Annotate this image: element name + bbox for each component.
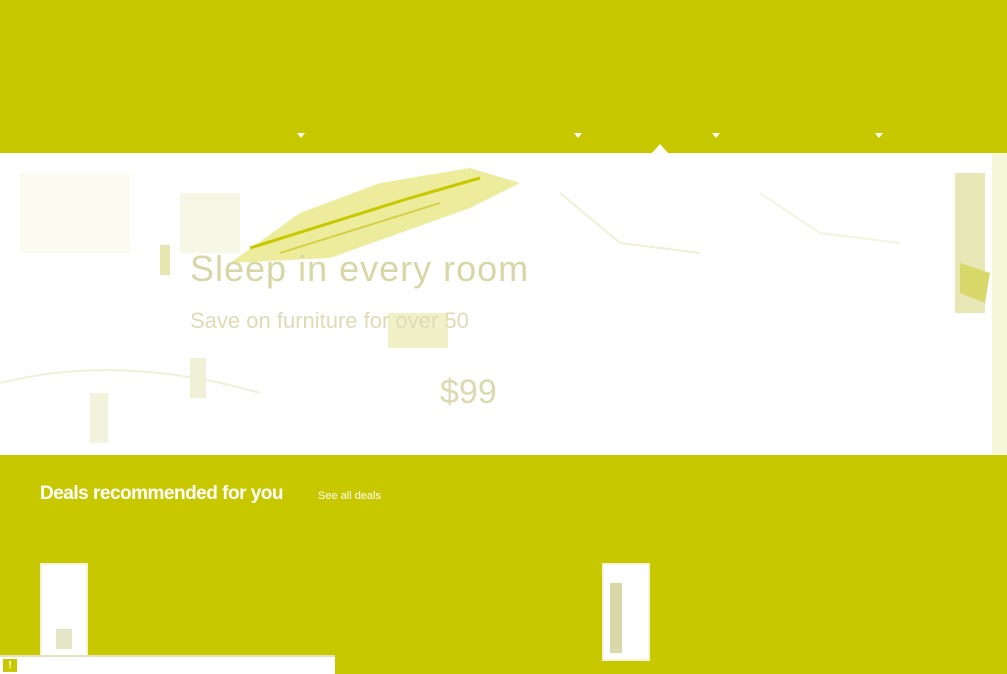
nav-dropdown-4-chevron-down-icon[interactable]: [875, 133, 883, 138]
deal-card[interactable]: [40, 563, 88, 661]
bottom-notice-bar[interactable]: !: [0, 655, 335, 674]
nav-dropdown-3-chevron-down-icon[interactable]: [712, 133, 720, 138]
nav-active-pointer: [652, 144, 668, 153]
nav-dropdown-1-chevron-down-icon[interactable]: [297, 133, 305, 138]
hero-price: $99: [440, 373, 497, 411]
nav-dropdown-2-chevron-down-icon[interactable]: [574, 133, 582, 138]
deal-image: [56, 629, 72, 649]
see-all-deals-link[interactable]: See all deals: [318, 490, 381, 502]
hero-heading: Sleep in every room: [190, 248, 530, 289]
deal-card[interactable]: [602, 563, 650, 661]
deal-image: [610, 583, 640, 653]
deals-section-title: Deals recommended for you: [40, 483, 284, 504]
hero-edge: [992, 153, 1007, 455]
warning-icon: !: [3, 659, 17, 672]
hero-banner[interactable]: Sleep in every room Save on furniture fo…: [0, 153, 992, 455]
hero-subheading: Save on furniture for over 50: [190, 308, 469, 333]
